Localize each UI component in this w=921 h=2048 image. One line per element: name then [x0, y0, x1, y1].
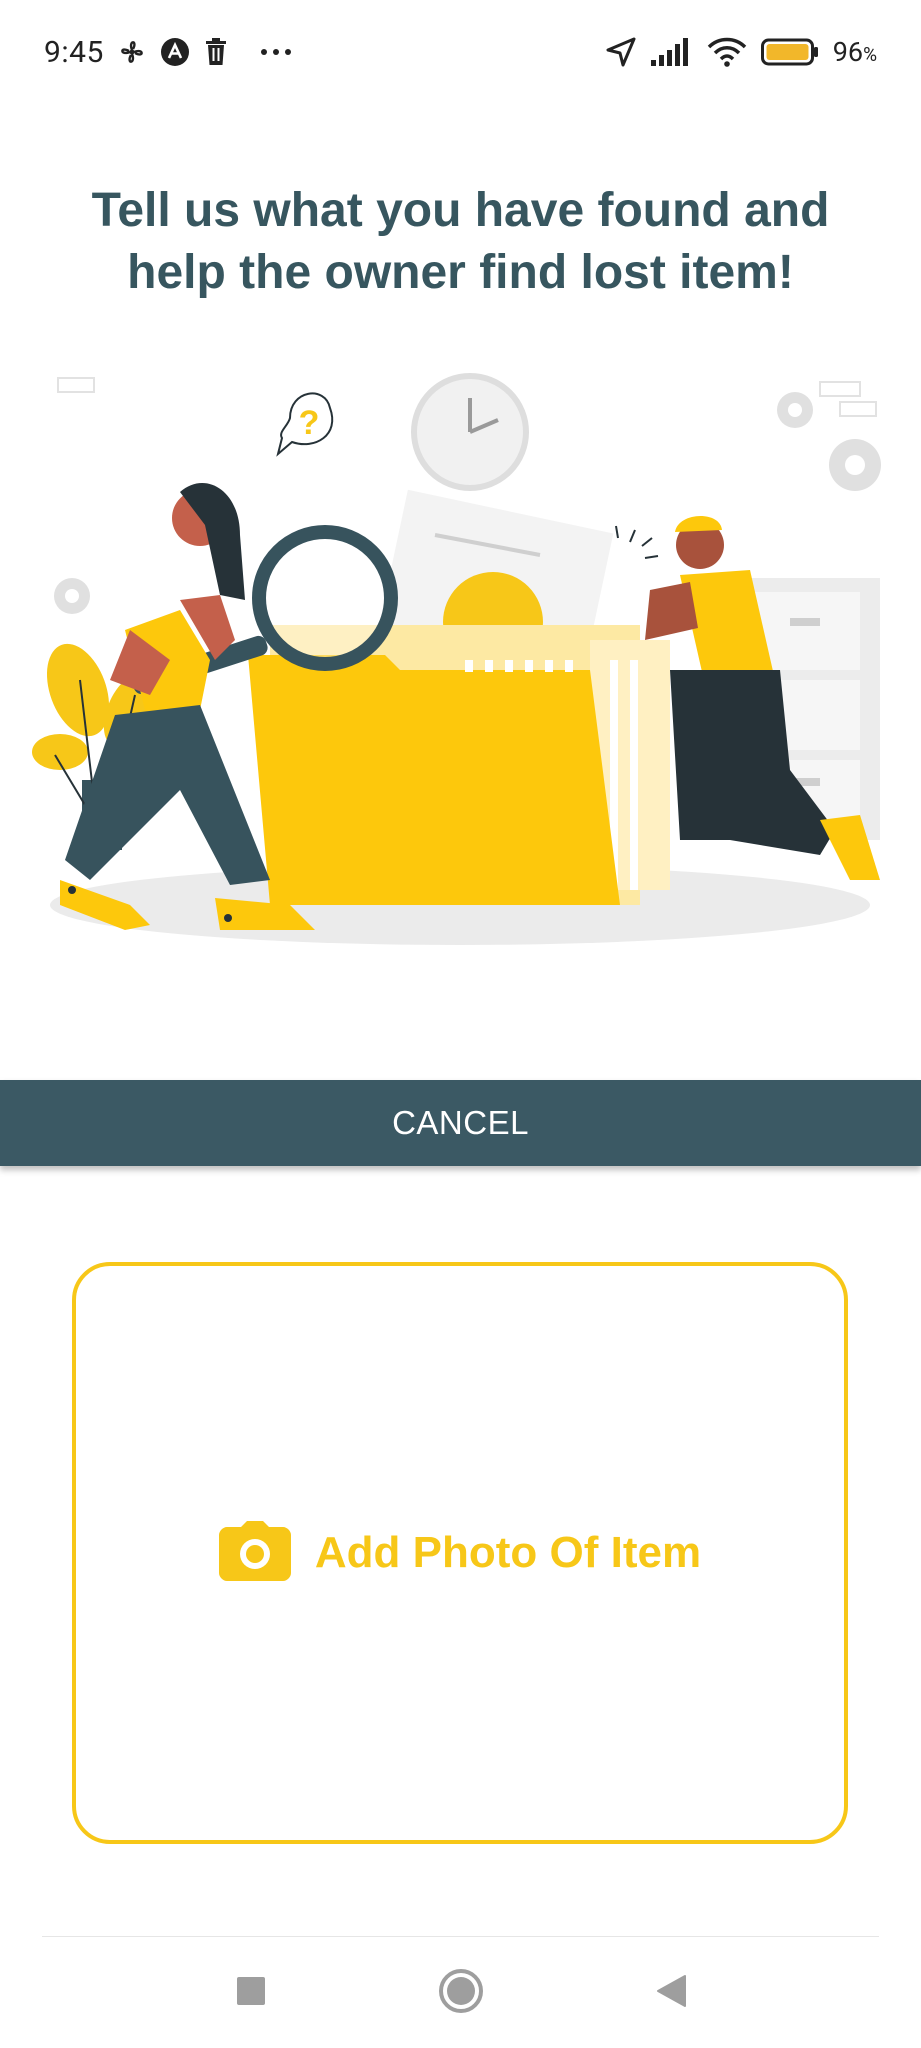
- page-title-line-2: help the owner find lost item!: [127, 246, 794, 299]
- battery-percent: 96%: [832, 36, 877, 68]
- trash-icon: [204, 38, 228, 66]
- question-mark-text: ?: [299, 404, 320, 442]
- add-photo-box[interactable]: Add Photo Of Item: [72, 1262, 848, 1844]
- recents-button[interactable]: [221, 1963, 281, 2023]
- status-time: 9:45: [44, 34, 104, 70]
- a-badge-icon: [160, 37, 190, 67]
- signal-icon: [650, 38, 693, 66]
- home-button[interactable]: [431, 1963, 491, 2023]
- more-dots-icon: [260, 48, 292, 56]
- add-photo-label: Add Photo Of Item: [314, 1528, 702, 1577]
- recents-square-icon: [235, 1975, 267, 2011]
- back-button[interactable]: [641, 1963, 701, 2023]
- location-arrow-icon: [605, 36, 637, 68]
- status-bar-right: 96%: [605, 36, 877, 68]
- lost-item-illustration: ?: [30, 360, 900, 960]
- page-title: Tell us what you have found and help the…: [0, 180, 921, 304]
- page-title-line-1: Tell us what you have found and: [91, 184, 830, 237]
- battery-icon: [760, 37, 819, 67]
- status-bar: 9:45 96%: [0, 0, 921, 104]
- system-nav-bar: [0, 1937, 921, 2048]
- camera-icon: [218, 1521, 291, 1585]
- fan-icon: [118, 38, 146, 66]
- cancel-button[interactable]: CANCEL: [0, 1080, 921, 1166]
- back-triangle-icon: [655, 1974, 687, 2012]
- wifi-icon: [707, 37, 747, 67]
- home-circle-icon: [438, 1968, 484, 2018]
- status-bar-left: 9:45: [44, 35, 292, 70]
